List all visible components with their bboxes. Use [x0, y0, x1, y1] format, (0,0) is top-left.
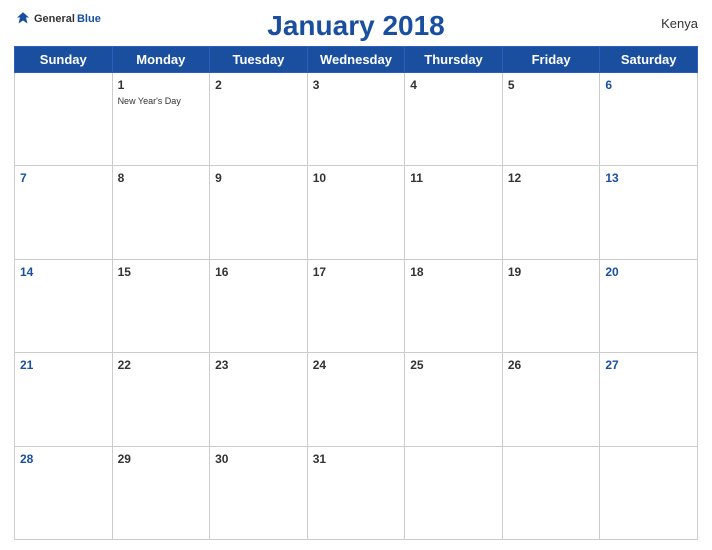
calendar-cell: 1 New Year's Day — [112, 73, 210, 166]
calendar-wrapper: General Blue January 2018 Kenya Sunday M… — [0, 0, 712, 550]
day-number: 25 — [410, 358, 423, 372]
day-number: 18 — [410, 265, 423, 279]
calendar-cell: 10 — [307, 166, 405, 259]
day-number: 29 — [118, 452, 131, 466]
day-number: 8 — [118, 171, 125, 185]
calendar-cell — [405, 446, 503, 539]
calendar-cell: 25 — [405, 353, 503, 446]
calendar-week-4: 28 29 30 31 — [15, 446, 698, 539]
calendar-title: January 2018 — [267, 10, 444, 42]
calendar-week-0: 1 New Year's Day 2 3 4 5 6 — [15, 73, 698, 166]
calendar-cell: 21 — [15, 353, 113, 446]
calendar-cell: 26 — [502, 353, 600, 446]
calendar-cell: 30 — [210, 446, 308, 539]
day-number: 2 — [215, 78, 222, 92]
day-number: 30 — [215, 452, 228, 466]
calendar-cell: 27 — [600, 353, 698, 446]
header-row: General Blue January 2018 Kenya — [14, 10, 698, 42]
col-sunday: Sunday — [15, 47, 113, 73]
calendar-week-1: 7 8 9 10 11 12 13 — [15, 166, 698, 259]
calendar-cell: 13 — [600, 166, 698, 259]
day-number: 20 — [605, 265, 618, 279]
day-number: 21 — [20, 358, 33, 372]
calendar-table: Sunday Monday Tuesday Wednesday Thursday… — [14, 46, 698, 540]
calendar-cell — [15, 73, 113, 166]
day-number: 26 — [508, 358, 521, 372]
day-number: 5 — [508, 78, 515, 92]
day-number: 22 — [118, 358, 131, 372]
calendar-cell: 15 — [112, 259, 210, 352]
calendar-cell — [600, 446, 698, 539]
col-monday: Monday — [112, 47, 210, 73]
day-number: 31 — [313, 452, 326, 466]
col-thursday: Thursday — [405, 47, 503, 73]
calendar-cell: 6 — [600, 73, 698, 166]
calendar-cell: 20 — [600, 259, 698, 352]
calendar-cell: 16 — [210, 259, 308, 352]
day-number: 7 — [20, 171, 27, 185]
logo-general: General — [34, 13, 75, 25]
calendar-cell — [502, 446, 600, 539]
col-wednesday: Wednesday — [307, 47, 405, 73]
day-number: 16 — [215, 265, 228, 279]
calendar-cell: 19 — [502, 259, 600, 352]
day-number: 6 — [605, 78, 612, 92]
country-label: Kenya — [661, 16, 698, 31]
calendar-cell: 24 — [307, 353, 405, 446]
day-number: 3 — [313, 78, 320, 92]
day-number: 12 — [508, 171, 521, 185]
calendar-cell: 18 — [405, 259, 503, 352]
calendar-cell: 12 — [502, 166, 600, 259]
logo-area: General Blue — [14, 10, 101, 28]
holiday-label: New Year's Day — [118, 96, 205, 107]
day-number: 9 — [215, 171, 222, 185]
logo-blue: Blue — [77, 13, 101, 25]
calendar-body: 1New Year's Day2345678910111213141516171… — [15, 73, 698, 540]
logo-text: General Blue — [14, 10, 101, 28]
day-number: 1 — [118, 78, 125, 92]
day-number: 27 — [605, 358, 618, 372]
calendar-cell: 7 — [15, 166, 113, 259]
calendar-cell: 31 — [307, 446, 405, 539]
day-number: 14 — [20, 265, 33, 279]
calendar-cell: 14 — [15, 259, 113, 352]
calendar-cell: 9 — [210, 166, 308, 259]
day-number: 15 — [118, 265, 131, 279]
logo-bird-icon — [14, 10, 32, 28]
calendar-week-3: 21 22 23 24 25 26 27 — [15, 353, 698, 446]
calendar-cell: 11 — [405, 166, 503, 259]
day-number: 13 — [605, 171, 618, 185]
col-tuesday: Tuesday — [210, 47, 308, 73]
col-friday: Friday — [502, 47, 600, 73]
day-number: 28 — [20, 452, 33, 466]
day-number: 11 — [410, 171, 423, 185]
calendar-cell: 4 — [405, 73, 503, 166]
col-saturday: Saturday — [600, 47, 698, 73]
calendar-cell: 2 — [210, 73, 308, 166]
calendar-cell: 29 — [112, 446, 210, 539]
calendar-cell: 8 — [112, 166, 210, 259]
day-number: 4 — [410, 78, 417, 92]
day-number: 10 — [313, 171, 326, 185]
day-number: 23 — [215, 358, 228, 372]
day-number: 19 — [508, 265, 521, 279]
calendar-cell: 22 — [112, 353, 210, 446]
calendar-week-2: 14 15 16 17 18 19 20 — [15, 259, 698, 352]
calendar-cell: 17 — [307, 259, 405, 352]
calendar-cell: 23 — [210, 353, 308, 446]
day-number: 17 — [313, 265, 326, 279]
calendar-cell: 3 — [307, 73, 405, 166]
day-number: 24 — [313, 358, 326, 372]
calendar-cell: 5 — [502, 73, 600, 166]
calendar-cell: 28 — [15, 446, 113, 539]
header-row-days: Sunday Monday Tuesday Wednesday Thursday… — [15, 47, 698, 73]
